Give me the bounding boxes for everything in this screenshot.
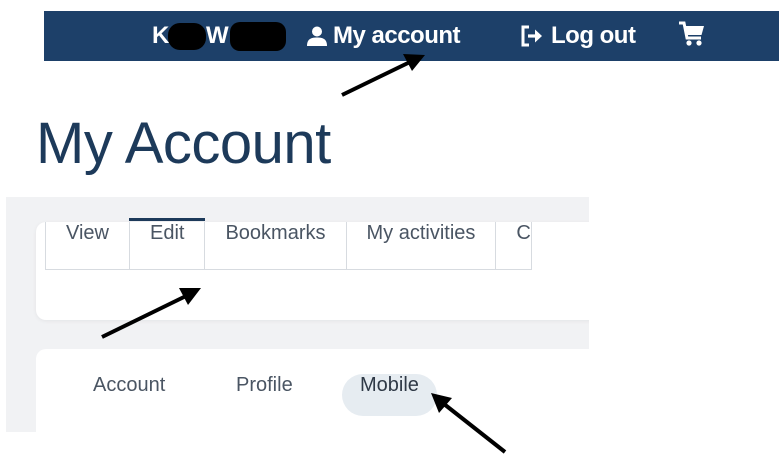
redaction-mark	[168, 23, 206, 50]
user-initial-first: K	[152, 22, 169, 49]
cart-icon	[678, 20, 706, 48]
redaction-mark	[230, 22, 286, 51]
my-account-link[interactable]: My account	[306, 22, 461, 49]
subtab-profile[interactable]: Profile	[236, 374, 293, 416]
subtab-mobile[interactable]: Mobile	[342, 374, 437, 416]
my-account-label: My account	[333, 22, 461, 49]
top-nav-bar: K W My account Log out	[44, 11, 779, 61]
log-out-label: Log out	[551, 22, 636, 49]
cart-link[interactable]	[678, 21, 706, 47]
user-name: K	[152, 23, 169, 49]
user-name-last: W	[206, 22, 229, 49]
page-title: My Account	[36, 111, 331, 176]
subtab-account[interactable]: Account	[93, 374, 165, 416]
user-initial-last: W	[206, 22, 229, 49]
tab-edit[interactable]: Edit	[128, 218, 206, 270]
content-area: View Edit Bookmarks My activities C Acco…	[6, 197, 589, 432]
log-out-link[interactable]: Log out	[520, 22, 636, 49]
user-icon	[306, 25, 328, 47]
sign-out-icon	[520, 25, 546, 47]
tab-bookmarks[interactable]: Bookmarks	[205, 222, 347, 270]
tab-my-activities[interactable]: My activities	[347, 222, 497, 270]
tab-truncated[interactable]: C	[496, 222, 530, 270]
tab-view[interactable]: View	[46, 222, 130, 270]
primary-tabs: View Edit Bookmarks My activities C	[45, 218, 532, 270]
